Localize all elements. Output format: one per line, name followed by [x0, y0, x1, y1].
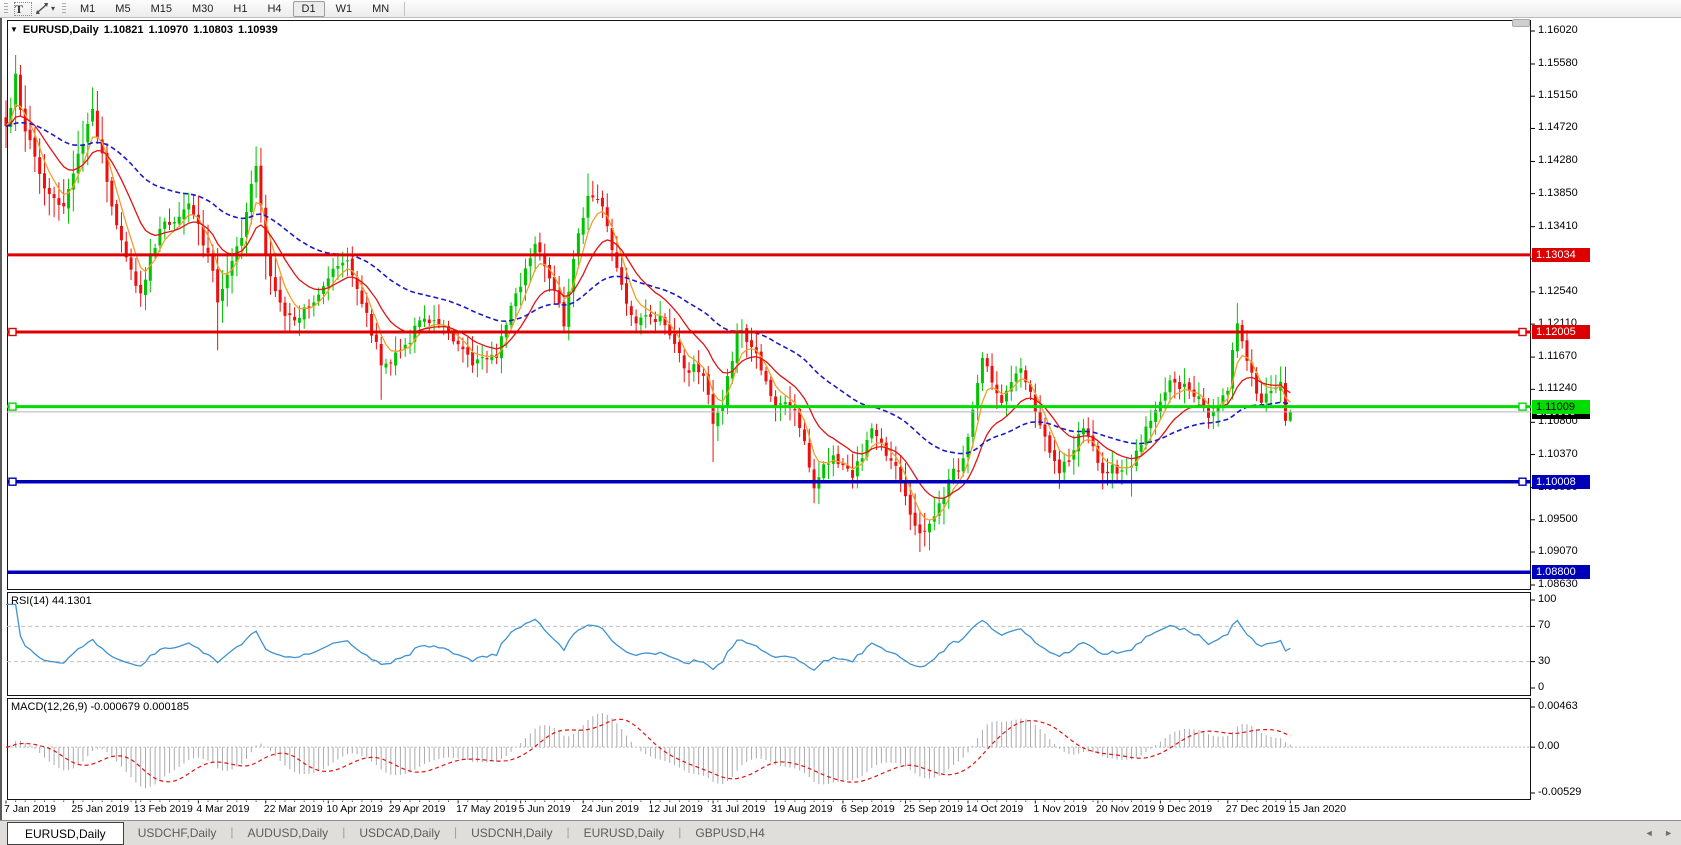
- price-tick-label: 1.11240: [1538, 382, 1577, 395]
- date-label: 27 Dec 2019: [1225, 803, 1286, 815]
- tab-scroll-controls: ◄ ►: [1637, 828, 1673, 838]
- date-label: 1 Nov 2019: [1033, 803, 1088, 815]
- rsi-tick-label: 70: [1538, 619, 1551, 632]
- date-label: 4 Mar 2019: [196, 803, 250, 815]
- line-handle: [1518, 477, 1527, 486]
- arrows-tool-button[interactable]: ▾: [32, 1, 58, 17]
- level-badge-1.08800: 1.08800: [1532, 565, 1590, 580]
- timeframe-button-h1[interactable]: H1: [224, 1, 256, 17]
- rsi-tick-label: 0: [1538, 681, 1545, 693]
- tab-eurusd-daily[interactable]: EURUSD,Daily: [570, 821, 679, 845]
- macd-label: MACD(12,26,9) -0.000679 0.000185: [11, 701, 189, 713]
- date-label: 7 Jan 2019: [4, 803, 56, 815]
- price-tick-label: 1.14720: [1538, 121, 1578, 134]
- main-price-pane: [7, 20, 1531, 590]
- date-label: 29 Apr 2019: [388, 803, 446, 815]
- tab-scroll-left-icon[interactable]: ◄: [1645, 828, 1654, 838]
- toolbar-grip[interactable]: [4, 2, 8, 15]
- date-label: 25 Jan 2019: [71, 803, 130, 815]
- tab-gbpusd-h4[interactable]: GBPUSD,H4: [681, 821, 778, 845]
- timeframe-button-w1[interactable]: W1: [327, 1, 362, 17]
- scrollbar-chip[interactable]: [1512, 19, 1530, 27]
- date-label: 5 Jun 2019: [518, 803, 571, 815]
- timeframe-button-m30[interactable]: M30: [183, 1, 222, 17]
- rsi-tick-label: 100: [1538, 593, 1557, 605]
- date-label: 10 Apr 2019: [326, 803, 383, 815]
- line-handle: [8, 402, 17, 411]
- tab-usdchf-daily[interactable]: USDCHF,Daily: [124, 821, 231, 845]
- timeframe-button-h4[interactable]: H4: [258, 1, 290, 17]
- line-handle: [1518, 327, 1527, 337]
- level-badge-1.12005: 1.12005: [1532, 324, 1590, 339]
- mt4-chart-window: T ▾ M1 M5 M15 M30 H1 H4 D1 W1 MN ▼ EURUSD,Daily 1.…: [0, 0, 1681, 845]
- date-label: 13 Feb 2019: [133, 803, 193, 815]
- date-label: 22 Mar 2019: [263, 803, 323, 815]
- price-tick-label: 1.14280: [1538, 154, 1578, 167]
- chevron-down-icon: ▾: [51, 4, 56, 13]
- price-tick-label: 1.16020: [1538, 23, 1578, 36]
- date-label: 25 Sep 2019: [903, 803, 964, 815]
- line-handle: [8, 477, 17, 486]
- date-label: 31 Jul 2019: [711, 803, 766, 815]
- price-tick-label: 1.13850: [1538, 186, 1578, 199]
- timeframe-button-m5[interactable]: M5: [106, 1, 139, 17]
- price-tick-label: 1.12540: [1538, 284, 1578, 297]
- timeframe-button-mn[interactable]: MN: [363, 1, 398, 17]
- tab-scroll-right-icon[interactable]: ►: [1664, 828, 1673, 838]
- price-tick-label: 1.10370: [1538, 447, 1578, 460]
- text-label-tool-button[interactable]: T: [14, 1, 32, 16]
- price-tick-label: 1.08630: [1538, 578, 1578, 590]
- arrows-tool-icon: [36, 3, 48, 14]
- line-handle: [8, 327, 17, 337]
- rsi-label: RSI(14) 44.1301: [11, 595, 92, 607]
- tab-audusd-daily[interactable]: AUDUSD,Daily: [234, 821, 343, 845]
- chart-menu-arrow-icon[interactable]: ▼: [10, 25, 18, 34]
- date-label: 17 May 2019: [456, 803, 517, 815]
- date-label: 24 Jun 2019: [581, 803, 639, 815]
- timeframe-button-m1[interactable]: M1: [71, 1, 104, 17]
- price-tick-label: 1.15150: [1538, 89, 1578, 102]
- chart-title: ▼ EURUSD,Daily 1.10821 1.10970 1.10803 1.1093…: [10, 24, 278, 36]
- chart-canvas: [4, 20, 1535, 804]
- macd-tick-label: 0.00: [1538, 740, 1560, 753]
- toolbar-grip[interactable]: [62, 2, 67, 15]
- rsi-tick-label: 30: [1538, 654, 1551, 667]
- macd-tick-label: 0.00463: [1538, 700, 1578, 712]
- date-label: 12 Jul 2019: [648, 803, 703, 815]
- ohlc-high: 1.10970: [148, 24, 189, 36]
- level-badge-1.11009: 1.11009: [1532, 399, 1590, 414]
- level-badge-1.13034: 1.13034: [1532, 247, 1590, 262]
- ohlc-low: 1.10803: [193, 24, 234, 36]
- price-tick-label: 1.11670: [1538, 350, 1577, 363]
- timeframe-button-d1[interactable]: D1: [292, 0, 325, 17]
- price-tick-label: 1.09500: [1538, 512, 1578, 525]
- chart-symbol-label: EURUSD,Daily: [22, 24, 99, 36]
- date-label: 6 Sep 2019: [840, 803, 895, 815]
- tab-usdcad-daily[interactable]: USDCAD,Daily: [345, 821, 454, 845]
- toolbar-separator: [404, 1, 406, 16]
- price-tick-label: 1.13410: [1538, 219, 1578, 232]
- rsi-pane: [7, 592, 1531, 696]
- tab-usdcnh-daily[interactable]: USDCNH,Daily: [457, 821, 566, 845]
- price-tick-label: 1.09070: [1538, 545, 1578, 558]
- ohlc-close: 1.10939: [238, 24, 278, 36]
- timeframe-button-m15[interactable]: M15: [142, 1, 181, 17]
- timeframe-button-group: M1 M5 M15 M30 H1 H4 D1 W1 MN: [70, 0, 399, 17]
- ohlc-open: 1.10821: [103, 24, 144, 36]
- window-left-border: [0, 18, 2, 820]
- date-label: 15 Jan 2020: [1288, 803, 1347, 815]
- line-handle: [1518, 402, 1527, 411]
- macd-pane: [7, 698, 1531, 800]
- date-label: 19 Aug 2019: [773, 803, 833, 815]
- symbol-tabs: EURUSD,Daily USDCHF,Daily | AUDUSD,Daily | US…: [0, 821, 779, 845]
- macd-tick-label: -0.00529: [1538, 786, 1582, 798]
- date-label: 9 Dec 2019: [1158, 803, 1213, 815]
- date-label: 20 Nov 2019: [1095, 803, 1156, 815]
- level-badge-1.10008: 1.10008: [1532, 474, 1590, 489]
- tab-bar: EURUSD,Daily USDCHF,Daily | AUDUSD,Daily | US…: [0, 820, 1681, 845]
- date-label: 14 Oct 2019: [966, 803, 1024, 815]
- tab-eurusd-daily[interactable]: EURUSD,Daily: [7, 822, 124, 845]
- chart-toolbar: T ▾ M1 M5 M15 M30 H1 H4 D1 W1 MN: [0, 0, 1681, 18]
- price-tick-label: 1.15580: [1538, 56, 1578, 69]
